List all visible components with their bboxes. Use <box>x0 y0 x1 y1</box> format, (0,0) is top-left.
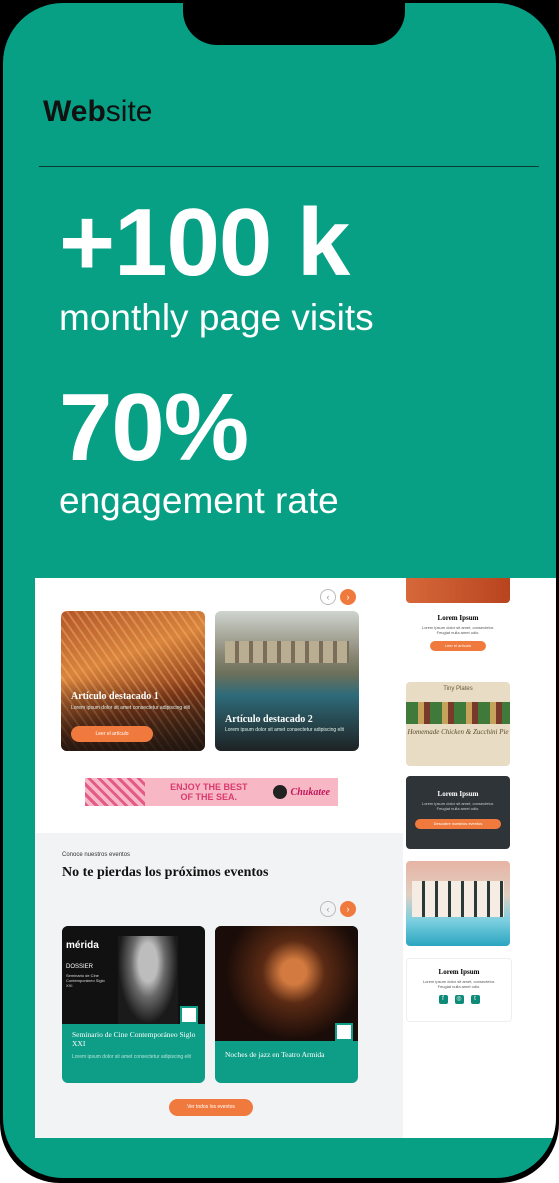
ad-script: Homemade Chicken & Zucchini Pie <box>407 728 509 736</box>
featured-card[interactable]: Artículo destacado 1 Lorem ipsum dolor s… <box>61 611 205 751</box>
phone-notch <box>183 3 405 45</box>
preview-sidebar: Lorem Ipsum Lorem ipsum dolor sit amet, … <box>406 578 514 1138</box>
event-subtitle: Lorem ipsum dolor sit amet consectetur a… <box>72 1054 191 1060</box>
event-card[interactable]: mérida DOSSIER Seminario de Cine Contemp… <box>62 926 205 1083</box>
sidebar-food-image <box>406 578 510 603</box>
qr-code-icon <box>335 1023 353 1041</box>
website-preview: ‹ › Artículo destacado 1 Lorem ipsum dol… <box>35 578 556 1138</box>
banner-text: ENJOY THE BEST OF THE SEA. <box>145 782 273 802</box>
all-events-button[interactable]: Ver todos los eventos <box>169 1099 253 1116</box>
ad-food-strip <box>406 702 510 724</box>
event-title: Noches de jazz en Teatro Armida <box>225 1050 325 1059</box>
carousel-prev-icon[interactable]: ‹ <box>320 901 336 917</box>
stat-engagement-label: engagement rate <box>59 480 339 521</box>
carousel-next-icon[interactable]: › <box>340 901 356 917</box>
instagram-icon[interactable]: ◎ <box>454 995 464 1004</box>
sidebar-card-dark: Lorem Ipsum Lorem ipsum dolor sit amet, … <box>406 776 510 849</box>
poster-text: Seminario de Cine Contemporáneo Siglo XX… <box>66 973 105 988</box>
facebook-icon[interactable]: f <box>438 995 448 1004</box>
sidebar-read-button[interactable]: Leer el artículo <box>430 641 486 651</box>
twitter-icon[interactable]: t <box>470 995 480 1004</box>
card-title: Artículo destacado 1 <box>71 691 159 702</box>
poster-brand: mérida <box>66 940 99 951</box>
banner-line1: ENJOY THE BEST <box>170 782 248 792</box>
featured-card[interactable]: Artículo destacado 2 Lorem ipsum dolor s… <box>215 611 359 751</box>
sidebar-social-card: Lorem Ipsum Lorem ipsum dolor sit amet, … <box>406 958 512 1022</box>
event-card[interactable]: Noches de jazz en Teatro Armida <box>215 926 358 1083</box>
event-title: Seminario de Cine Contemporáneo Siglo XX… <box>72 1030 196 1048</box>
card-subtitle: Lorem ipsum dolor sit amet consectetur a… <box>71 705 190 711</box>
card-title: Artículo destacado 2 <box>225 714 313 725</box>
brand-logo-icon <box>272 785 287 799</box>
carousel-next-icon[interactable]: › <box>340 589 356 605</box>
arches-image <box>225 641 349 663</box>
section-title: Website <box>43 95 152 129</box>
sidebar-card-title: Lorem Ipsum <box>437 614 479 622</box>
sidebar-card-text: Lorem ipsum dolor sit amet, consectetur.… <box>422 979 496 989</box>
stat-engagement-value: 70% <box>59 374 249 481</box>
sidebar-hotel-image <box>406 861 510 946</box>
qr-code-icon <box>180 1006 198 1024</box>
stat-visits-label: monthly page visits <box>59 297 374 338</box>
title-divider <box>39 166 539 167</box>
title-bold: Web <box>43 95 106 128</box>
events-carousel-controls: ‹ › <box>320 901 356 917</box>
banner-line2: OF THE SEA. <box>180 792 238 802</box>
jazz-photo <box>215 926 358 1041</box>
poster-portrait <box>118 936 178 1024</box>
stat-visits-value: +100 k <box>59 189 350 296</box>
sidebar-card-text: Lorem ipsum dolor sit amet, consectetur.… <box>421 801 495 811</box>
title-light: site <box>105 95 153 128</box>
banner-brand: Chukatee <box>290 786 330 798</box>
sidebar-events-button[interactable]: Descubre nuestros eventos <box>415 819 501 829</box>
ad-label: Tiny Plates <box>443 686 473 692</box>
carousel-prev-icon[interactable]: ‹ <box>320 589 336 605</box>
sidebar-card-title: Lorem Ipsum <box>438 968 480 976</box>
sidebar-ad[interactable]: Tiny Plates Homemade Chicken & Zucchini … <box>406 682 510 766</box>
sidebar-card-text: Lorem ipsum dolor sit amet, consectetur.… <box>421 625 495 635</box>
read-article-button[interactable]: Leer el artículo <box>71 726 153 742</box>
event-poster: mérida DOSSIER Seminario de Cine Contemp… <box>62 926 205 1024</box>
preview-main-column: ‹ › Artículo destacado 1 Lorem ipsum dol… <box>35 578 403 1138</box>
featured-carousel-controls: ‹ › <box>320 589 356 605</box>
phone-frame: Website +100 k monthly page visits 70% e… <box>0 0 559 1183</box>
ad-banner[interactable]: ENJOY THE BEST OF THE SEA. Chukatee <box>85 778 338 806</box>
events-kicker: Conoce nuestros eventos <box>62 852 131 858</box>
banner-pattern <box>85 778 145 806</box>
events-title: No te pierdas los próximos eventos <box>62 865 269 880</box>
sidebar-card-title: Lorem Ipsum <box>437 790 479 798</box>
hotel-arches <box>412 881 504 917</box>
card-subtitle: Lorem ipsum dolor sit amet consectetur a… <box>225 727 344 733</box>
poster-label: DOSSIER <box>66 964 94 970</box>
phone-screen: Website +100 k monthly page visits 70% e… <box>3 3 556 1178</box>
sidebar-card: Lorem Ipsum Lorem ipsum dolor sit amet, … <box>406 606 510 666</box>
social-icons: f ◎ t <box>407 995 511 1004</box>
